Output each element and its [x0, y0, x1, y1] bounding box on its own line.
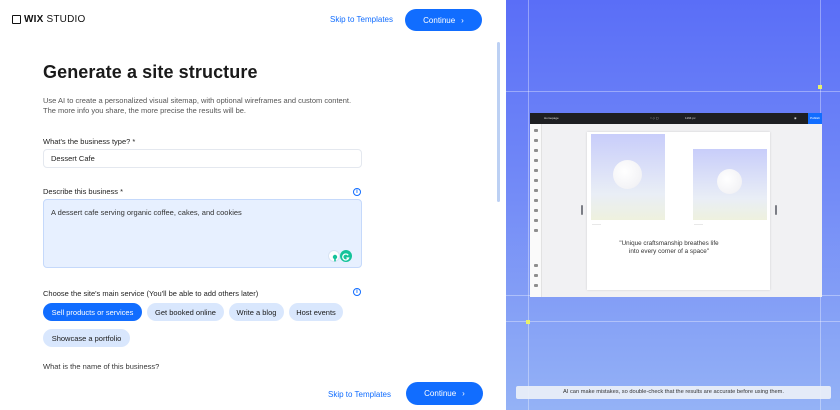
service-chip-events[interactable]: Host events: [289, 303, 343, 321]
scrollbar-thumb[interactable]: [497, 42, 500, 202]
add-icon: [534, 129, 538, 132]
business-name-label: What is the name of this business?: [43, 362, 160, 371]
resize-handle-right: [775, 205, 777, 215]
image-sun-shape: [613, 160, 642, 189]
skip-to-templates-link-bottom[interactable]: Skip to Templates: [328, 390, 391, 399]
canvas-page: ——— ——— "Unique craftsmanship breathes l…: [587, 132, 770, 290]
image-caption: ———: [592, 222, 601, 226]
editor-sidebar: [530, 124, 542, 297]
business-type-input[interactable]: Dessert Cafe: [43, 149, 362, 168]
service-chip-blog[interactable]: Write a blog: [229, 303, 284, 321]
info-icon[interactable]: i: [353, 288, 361, 296]
page-title: Generate a site structure: [43, 62, 258, 82]
cms-icon: [534, 199, 538, 202]
logo-text-bold: WIX: [24, 14, 44, 25]
marker-dot: [526, 320, 530, 324]
continue-label-bottom: Continue: [424, 389, 457, 398]
preview-panel: Homepage 1194 px ○ ◇ ▢ ◉ Publish ——— ———…: [506, 0, 840, 410]
code-icon: [534, 229, 538, 232]
text-icon: [534, 159, 538, 162]
apps-icon: [534, 189, 538, 192]
top-bar: WIX STUDIO Skip to Templates Continue ›: [0, 0, 506, 40]
service-chip-sell[interactable]: Sell products or services: [43, 303, 142, 321]
editor-preview: Homepage 1194 px ○ ◇ ▢ ◉ Publish ——— ———…: [530, 113, 822, 297]
layers-icon: [534, 139, 538, 142]
guide-line: [506, 321, 840, 322]
grid-icon: [534, 209, 538, 212]
continue-button-bottom[interactable]: Continue ›: [406, 382, 483, 405]
business-type-label: What's the business type? *: [43, 137, 136, 146]
theme-icon: [534, 169, 538, 172]
business-type-value: Dessert Cafe: [51, 154, 95, 163]
eye-icon: ◉: [794, 116, 797, 120]
image-sun-shape: [717, 169, 742, 194]
image-placeholder: [591, 134, 665, 220]
editor-publish-button: Publish: [808, 113, 822, 124]
chat-icon: [534, 274, 538, 277]
editor-tool-icons: ○ ◇ ▢: [650, 116, 659, 120]
marker-dot: [818, 85, 822, 89]
help-icon: [534, 284, 538, 287]
media-icon: [534, 179, 538, 182]
skip-to-templates-link[interactable]: Skip to Templates: [330, 15, 393, 24]
chevron-right-icon: ›: [462, 389, 465, 398]
table-icon: [534, 219, 538, 222]
guide-line: [528, 0, 529, 410]
business-description-textarea[interactable]: A dessert cafe serving organic coffee, c…: [43, 199, 362, 268]
image-placeholder: [693, 149, 767, 220]
logo-text-light: STUDIO: [46, 14, 86, 25]
settings-icon: [534, 264, 538, 267]
continue-button[interactable]: Continue ›: [405, 9, 482, 31]
service-chip-portfolio[interactable]: Showcase a portfolio: [43, 329, 130, 347]
editor-page-selector: Homepage: [544, 116, 559, 120]
wix-studio-logo: WIX STUDIO: [12, 14, 85, 25]
business-description-value: A dessert cafe serving organic coffee, c…: [51, 208, 242, 217]
editor-zoom: 1194 px: [685, 116, 696, 120]
service-chip-booked[interactable]: Get booked online: [147, 303, 224, 321]
business-description-label: Describe this business *: [43, 187, 124, 196]
page-description: Use AI to create a personalized visual s…: [43, 96, 352, 115]
main-service-label: Choose the site's main service (You'll b…: [43, 289, 259, 298]
preview-quote: "Unique craftsmanship breathes life into…: [619, 240, 719, 255]
info-icon[interactable]: i: [353, 188, 361, 196]
guide-line: [506, 91, 840, 92]
ai-disclaimer: AI can make mistakes, so double-check th…: [516, 386, 831, 399]
chevron-right-icon: ›: [461, 15, 464, 25]
image-caption: ———: [694, 222, 703, 226]
ai-assist-icon[interactable]: [328, 250, 340, 262]
continue-label: Continue: [423, 15, 456, 25]
structure-form-panel: WIX STUDIO Skip to Templates Continue › G…: [0, 0, 506, 410]
editor-toolbar: Homepage 1194 px ○ ◇ ▢ ◉ Publish: [530, 113, 822, 124]
pages-icon: [534, 149, 538, 152]
intro: Generate a site structure Use AI to crea…: [43, 62, 363, 116]
grammarly-icon[interactable]: [340, 250, 352, 262]
resize-handle-left: [581, 205, 583, 215]
logo-mark-icon: [12, 15, 21, 24]
